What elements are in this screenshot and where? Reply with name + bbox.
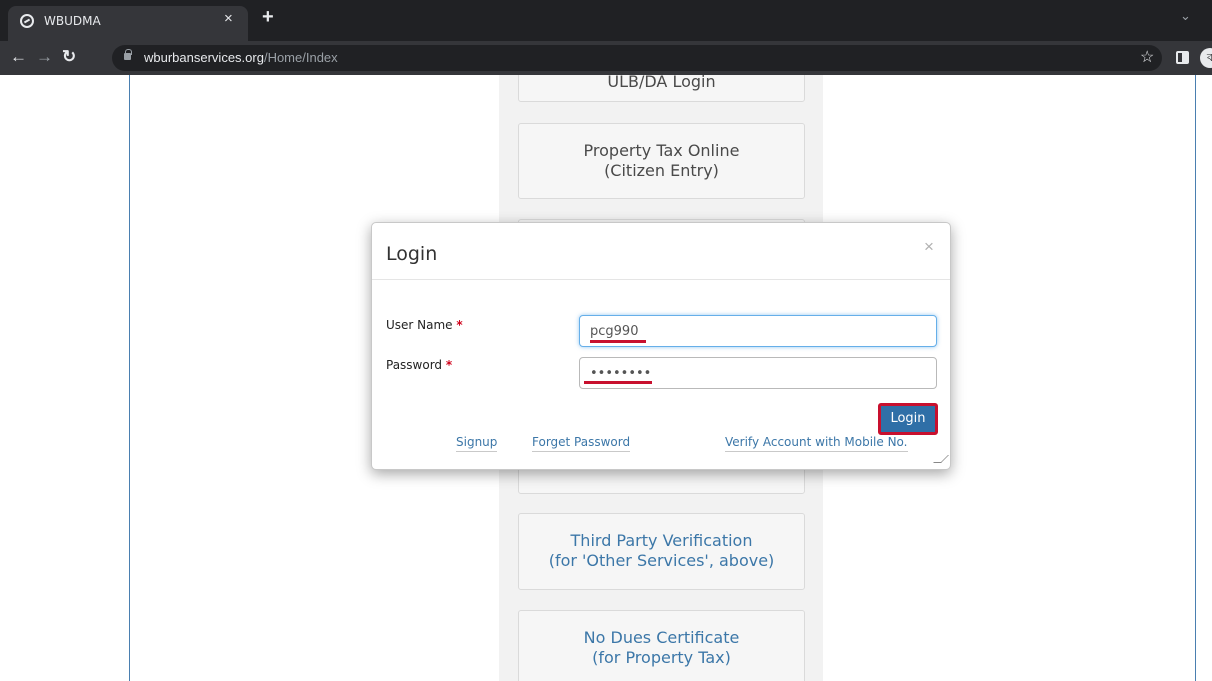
verify-account-link[interactable]: Verify Account with Mobile No. (725, 435, 908, 452)
password-input[interactable]: •••••••• (579, 357, 937, 389)
tile-sublabel: (for 'Other Services', above) (548, 551, 775, 570)
globe-icon (20, 14, 34, 28)
browser-tabstrip: WBUDMA × + ⌄ (0, 0, 1212, 41)
password-value: •••••••• (590, 366, 652, 381)
tile-label: ULB/DA Login (607, 75, 716, 91)
login-button[interactable]: Login (878, 403, 938, 435)
profile-avatar[interactable]: ব (1200, 48, 1212, 68)
username-value: pcg990 (590, 324, 639, 339)
password-label: Password * (386, 358, 452, 372)
url-domain: wburbanservices.org (144, 50, 264, 65)
required-asterisk: * (445, 358, 453, 372)
password-underline-mark (584, 381, 652, 384)
forget-password-link[interactable]: Forget Password (532, 435, 631, 452)
side-panel-icon[interactable] (1176, 51, 1189, 64)
back-arrow-icon[interactable]: ← (10, 47, 27, 67)
tile-property-tax-online[interactable]: Property Tax Online (Citizen Entry) (518, 123, 805, 199)
tile-sublabel: (for Property Tax) (592, 648, 731, 667)
username-label-text: User Name (386, 318, 453, 332)
dialog-title: Login (386, 243, 438, 265)
tile-third-party-verification[interactable]: Third Party Verification (for 'Other Ser… (518, 513, 805, 590)
new-tab-button[interactable]: + (262, 6, 274, 29)
signup-link[interactable]: Signup (456, 435, 498, 452)
login-dialog: Login × User Name * pcg990 Password * ••… (371, 222, 951, 470)
resize-handle-icon[interactable] (933, 455, 949, 463)
tab-title: WBUDMA (44, 14, 101, 28)
bookmark-star-icon[interactable]: ☆ (1140, 47, 1154, 67)
tile-label: Property Tax Online (583, 141, 740, 160)
address-bar[interactable]: wburbanservices.org/Home/Index (112, 45, 1162, 71)
dialog-header: Login × (372, 223, 950, 280)
tile-sublabel: (Citizen Entry) (604, 161, 719, 180)
tile-label: Third Party Verification (570, 531, 753, 550)
reload-icon[interactable]: ↻ (62, 47, 76, 67)
page-content: ULB/DA Login Property Tax Online (Citize… (0, 75, 1212, 681)
tab-search-chevron-icon[interactable]: ⌄ (1180, 8, 1191, 24)
username-underline-mark (590, 340, 646, 343)
browser-tab[interactable]: WBUDMA × (8, 6, 248, 41)
forward-arrow-icon[interactable]: → (36, 47, 53, 67)
url-text[interactable]: wburbanservices.org/Home/Index (144, 50, 338, 65)
tile-ulb-da-login[interactable]: ULB/DA Login (518, 75, 805, 102)
url-path: /Home/Index (263, 50, 338, 65)
tile-no-dues-certificate[interactable]: No Dues Certificate (for Property Tax) (518, 610, 805, 681)
tile-label: No Dues Certificate (583, 628, 740, 647)
lock-icon (124, 49, 132, 60)
password-label-text: Password (386, 358, 443, 372)
tab-close-icon[interactable]: × (224, 10, 233, 27)
username-label: User Name * (386, 318, 463, 332)
close-icon[interactable]: × (924, 237, 934, 257)
required-asterisk: * (456, 318, 463, 332)
browser-toolbar: ← → ↻ wburbanservices.org/Home/Index ☆ ব (0, 41, 1212, 75)
